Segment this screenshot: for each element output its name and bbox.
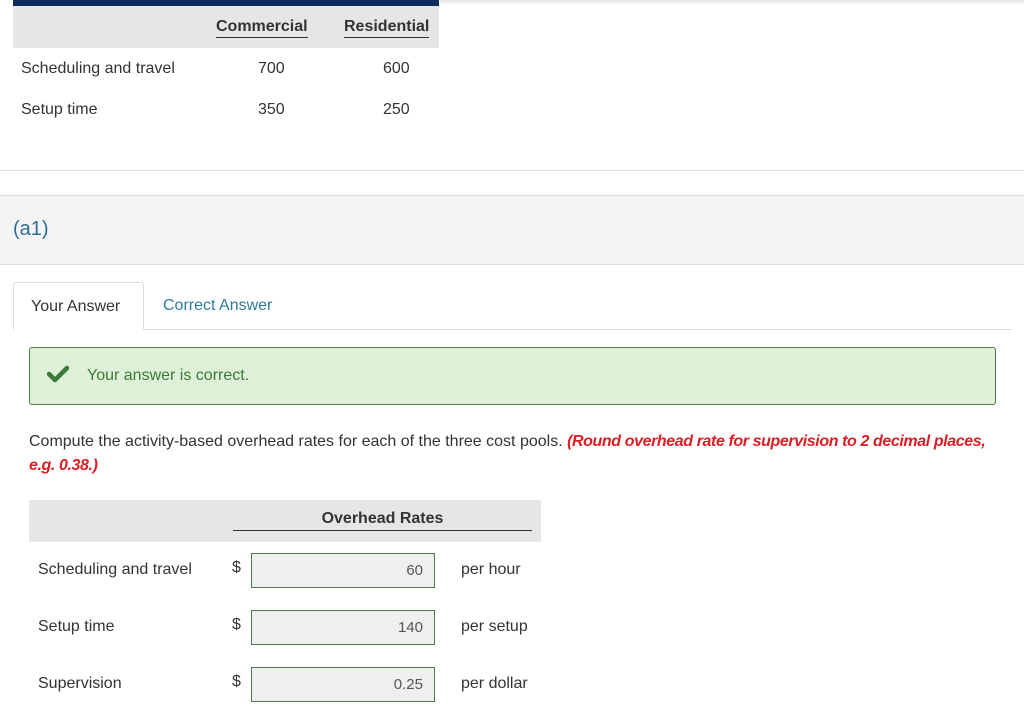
table-cell: 250 (383, 101, 410, 118)
table-row-label: Scheduling and travel (21, 60, 175, 77)
checkmark-icon (47, 365, 69, 383)
currency-symbol: $ (232, 559, 241, 576)
table-header: Commercial Residential (13, 6, 439, 48)
currency-symbol: $ (232, 616, 241, 633)
rates-table-header: Overhead Rates (29, 500, 541, 542)
rate-input-setup[interactable] (251, 610, 435, 645)
rate-row-label: Supervision (38, 675, 122, 692)
currency-symbol: $ (232, 673, 241, 690)
table-cell: 600 (383, 60, 410, 77)
correct-answer-alert: Your answer is correct. (29, 347, 996, 405)
top-shadow (440, 0, 1024, 6)
rate-row-label: Scheduling and travel (38, 561, 192, 578)
cost-driver-table: Commercial Residential (13, 0, 439, 48)
rate-unit: per setup (461, 618, 528, 635)
answer-tabs: Your Answer Correct Answer (13, 282, 1012, 330)
column-header-residential: Residential (344, 18, 430, 38)
rate-unit: per hour (461, 561, 521, 578)
alert-text: Your answer is correct. (87, 367, 250, 384)
tab-your-answer[interactable]: Your Answer (13, 282, 144, 330)
question-text: Compute the activity-based overhead rate… (29, 430, 999, 478)
part-label: (a1) (13, 218, 49, 240)
part-header: (a1) (0, 195, 1024, 265)
table-cell: 350 (258, 101, 285, 118)
rate-input-supervision[interactable] (251, 667, 435, 702)
question-prompt: Compute the activity-based overhead rate… (29, 433, 563, 450)
tab-correct-answer[interactable]: Correct Answer (146, 282, 289, 328)
rate-input-scheduling[interactable] (251, 553, 435, 588)
column-header-commercial: Commercial (216, 18, 308, 38)
rate-unit: per dollar (461, 675, 528, 692)
table-row-label: Setup time (21, 101, 98, 118)
table-cell: 700 (258, 60, 285, 77)
rate-row-label: Setup time (38, 618, 115, 635)
section-divider (0, 170, 1024, 171)
rates-header-title: Overhead Rates (233, 510, 532, 531)
